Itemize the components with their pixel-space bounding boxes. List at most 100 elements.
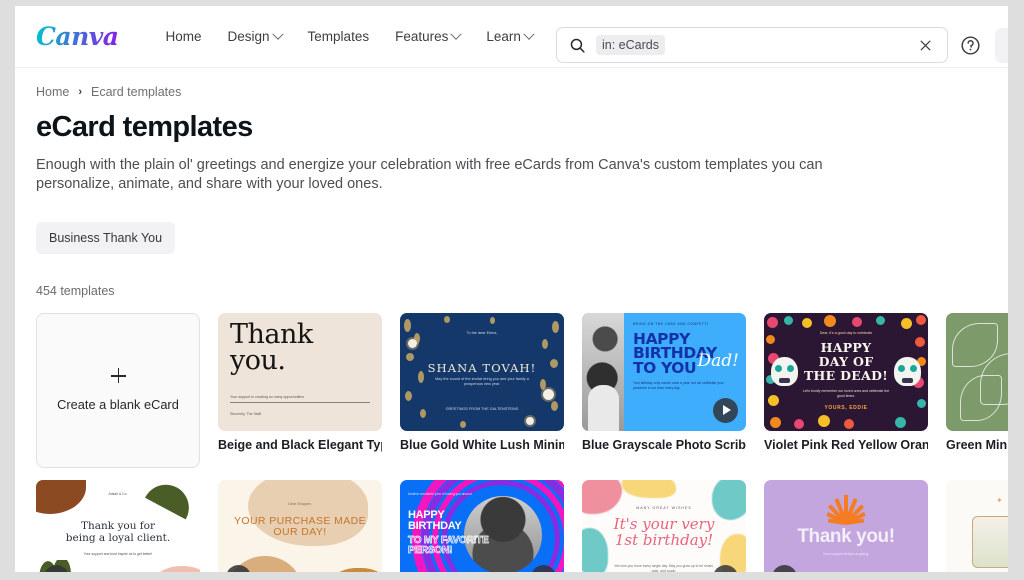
template-cell: Dear Shopper, YOUR PURCHASE MADE OUR DAY… — [218, 479, 382, 572]
template-cell: BRING ON THE CAKE AND CONFETTI HAPPY BIR… — [582, 312, 746, 468]
artwork-title: HAPPY DAY OF THE DEAD! — [803, 339, 889, 383]
nav-item-templates[interactable]: Templates — [295, 21, 383, 52]
template-cell: ✦ ✦ ✦ — [946, 479, 1008, 572]
template-title[interactable]: Violet Pink Red Yellow Orange .. — [764, 438, 928, 452]
chevron-down-icon — [271, 28, 284, 40]
page-title: eCard templates — [36, 111, 253, 143]
template-thumbnail[interactable]: ✦ ✦ ✦ — [946, 479, 1008, 572]
template-title[interactable]: Beige and Black Elegant Type D.. — [218, 438, 382, 452]
nav-item-label: Templates — [307, 29, 370, 44]
artwork-text: Thank you. — [230, 318, 313, 376]
artwork-subtitle: TO MY FAVORITE PERSON! — [408, 534, 489, 556]
breadcrumb-home[interactable]: Home — [36, 85, 69, 99]
template-artwork: Thank you. Your support in creating so m… — [218, 312, 382, 431]
artwork-body: Your support keeps us going. — [822, 551, 870, 556]
template-thumbnail[interactable]: To the dear Elena, SHANA TOVAH! May the … — [400, 312, 564, 431]
template-cell: Another wonderful year of having you aro… — [400, 479, 564, 572]
template-artwork: Thank you! Your support keeps us going. … — [764, 479, 928, 572]
window-bottom-edge — [0, 572, 1024, 580]
template-artwork: To the dear Elena, SHANA TOVAH! May the … — [400, 312, 564, 431]
primary-nav-links: Home Design Templates Features Learn Pla… — [153, 21, 618, 52]
artwork-footer: GREETINGS FROM THE GALTENSTEINS — [445, 406, 519, 411]
artwork-title: HAPPY BIRTHDAY — [408, 508, 462, 532]
template-artwork: Dear Shopper, YOUR PURCHASE MADE OUR DAY… — [218, 479, 382, 572]
artwork-kicker: To the dear Elena, — [466, 330, 498, 335]
cradle-illustration — [972, 515, 1008, 568]
artwork-signature: YOURS, EDDIE — [824, 404, 868, 411]
nav-item-home[interactable]: Home — [153, 21, 215, 52]
sugar-skull-icon — [894, 356, 921, 386]
template-cell: Arisah & Co. Thank you for being a loyal… — [36, 479, 200, 572]
artwork-kicker: Dear Shopper, — [288, 501, 312, 506]
play-badge — [713, 397, 738, 423]
close-icon[interactable] — [914, 34, 936, 56]
template-thumbnail[interactable]: Dear, it's a good day to celebrate HAPPY… — [764, 312, 928, 431]
filter-tag-list: Business Thank You — [36, 221, 1008, 254]
template-artwork: Another wonderful year of having you aro… — [400, 479, 564, 572]
search-bar[interactable]: in: eCards — [556, 27, 948, 63]
canva-logo[interactable]: Canva — [36, 22, 119, 51]
artwork-title: YOUR PURCHASE MADE OUR DAY! — [233, 514, 367, 539]
template-cell: Dear, it's a good day to celebrate HAPPY… — [764, 312, 928, 468]
nav-item-label: Features — [395, 29, 449, 44]
template-thumbnail[interactable]: BRING ON THE CAKE AND CONFETTI HAPPY BIR… — [582, 312, 746, 431]
artwork-body: We love you more every single day. May y… — [614, 563, 714, 572]
artwork-body: Let's fondly remember our loved ones and… — [802, 388, 890, 399]
artwork-kicker: Dear, it's a good day to celebrate — [819, 330, 873, 335]
chevron-right-icon: › — [78, 86, 83, 98]
template-cell: MANY GREAT WISHES It's your very 1st bir… — [582, 479, 746, 572]
artwork-title: It's your very 1st birthday! — [613, 514, 715, 550]
create-blank-ecard-button[interactable]: Create a blank eCard — [36, 312, 200, 468]
chevron-down-icon — [523, 28, 535, 40]
top-navigation-bar: Canva Home Design Templates Features Lea… — [15, 6, 1008, 68]
template-thumbnail[interactable]: Dear Shopper, YOUR PURCHASE MADE OUR DAY… — [218, 479, 382, 572]
login-button[interactable]: Log in — [995, 28, 1008, 63]
help-button[interactable] — [960, 35, 981, 56]
template-grid: Create a blank eCard Thank you. Your sup… — [36, 312, 1008, 572]
artwork-photo — [582, 312, 624, 431]
nav-item-label: Design — [227, 29, 270, 44]
filter-tag-business-thank-you[interactable]: Business Thank You — [36, 221, 176, 254]
chevron-down-icon — [450, 28, 463, 40]
nav-item-learn[interactable]: Learn — [473, 21, 546, 52]
template-thumbnail[interactable]: Thank you! Your support keeps us going. … — [764, 479, 928, 572]
play-icon — [722, 405, 731, 416]
nav-item-design[interactable]: Design — [215, 21, 295, 52]
search-input[interactable] — [664, 36, 914, 54]
template-thumbnail[interactable]: Arisah & Co. Thank you for being a loyal… — [36, 479, 200, 572]
artwork-kicker: MANY GREAT WISHES — [636, 505, 692, 510]
page-content: Home › Ecard templates eCard templates E… — [15, 68, 1008, 572]
template-title[interactable]: Blue Gold White Lush Minimali.. — [400, 438, 564, 452]
template-cell: Green Minim — [946, 312, 1008, 468]
template-thumbnail[interactable]: Thank you. Your support in creating so m… — [218, 312, 382, 431]
template-count: 454 templates — [36, 283, 115, 298]
template-grid-clip: Create a blank eCard Thank you. Your sup… — [36, 298, 1008, 572]
nav-item-features[interactable]: Features — [382, 21, 473, 52]
template-thumbnail[interactable] — [946, 312, 1008, 431]
artwork-kicker: Arisah & Co. — [108, 491, 128, 496]
nav-item-label: Home — [165, 29, 202, 44]
artwork-body: Your support in creating so many opportu… — [230, 394, 304, 399]
artwork-title: Thank you! — [797, 525, 895, 547]
template-title[interactable]: Blue Grayscale Photo Scribble.. — [582, 438, 746, 452]
template-title[interactable]: Green Minim — [946, 438, 1008, 452]
search-icon — [569, 37, 586, 54]
breadcrumb-current: Ecard templates — [91, 85, 182, 99]
browser-viewport: Canva Home Design Templates Features Lea… — [15, 6, 1008, 572]
artwork-body: Your birthday only comes once a year, bu… — [633, 380, 724, 390]
grid-cell-blank: Create a blank eCard — [36, 312, 200, 468]
page-description: Enough with the plain ol' greetings and … — [36, 157, 823, 193]
search-scope-chip[interactable]: in: eCards — [596, 35, 665, 55]
artwork-photo — [464, 495, 542, 572]
template-artwork — [946, 312, 1008, 431]
artwork-script-word: Dad! — [697, 350, 739, 371]
artwork-title: SHANA TOVAH! — [427, 360, 537, 375]
template-cell: To the dear Elena, SHANA TOVAH! May the … — [400, 312, 564, 468]
template-artwork: ✦ ✦ ✦ — [946, 479, 1008, 572]
template-thumbnail[interactable]: Another wonderful year of having you aro… — [400, 479, 564, 572]
template-cell: Thank you! Your support keeps us going. … — [764, 479, 928, 572]
template-thumbnail[interactable]: MANY GREAT WISHES It's your very 1st bir… — [582, 479, 746, 572]
artwork-body: Your support and trust inspire us to get… — [83, 551, 153, 556]
template-artwork: Dear, it's a good day to celebrate HAPPY… — [764, 312, 928, 431]
plus-icon — [110, 368, 126, 384]
